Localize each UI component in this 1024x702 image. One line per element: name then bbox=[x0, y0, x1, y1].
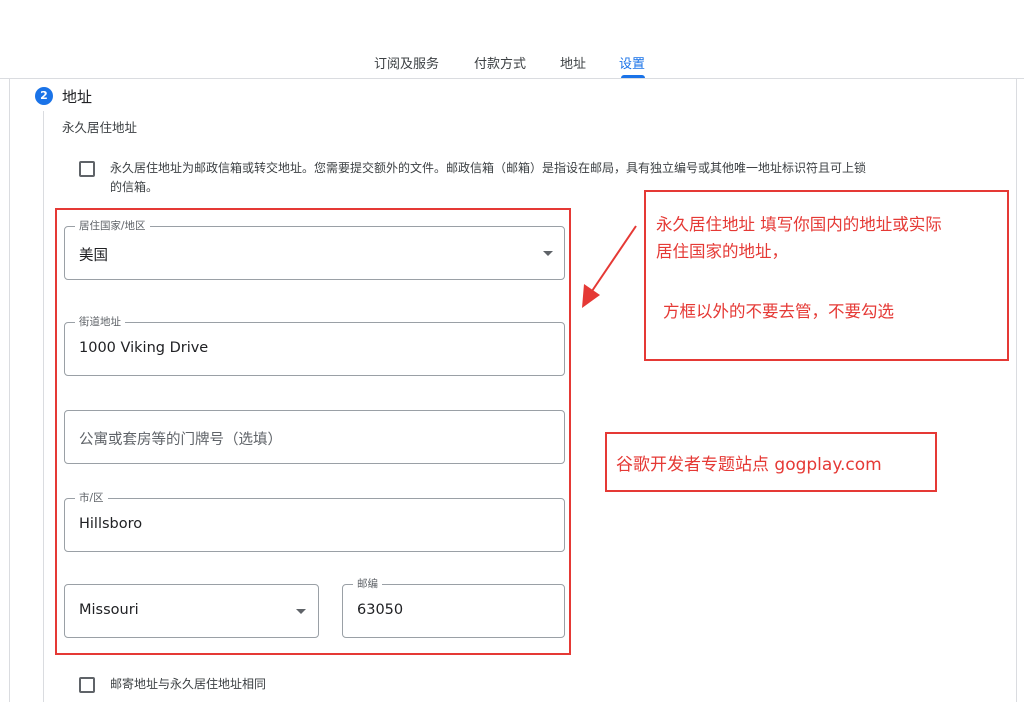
section-title: 地址 bbox=[62, 88, 93, 106]
annotation-note-line1: 永久居住地址 填写你国内的地址或实际 bbox=[656, 215, 942, 234]
po-box-label-line1: 永久居住地址为邮政信箱或转交地址。您需要提交额外的文件。邮政信箱（邮箱）是指设在… bbox=[110, 161, 867, 175]
tabs-divider bbox=[0, 78, 1024, 79]
panel-right-border bbox=[1016, 79, 1017, 702]
po-box-checkbox[interactable] bbox=[79, 161, 95, 177]
panel-left-border bbox=[9, 79, 10, 702]
step-number-badge: 2 bbox=[35, 87, 53, 105]
annotation-note-line2: 居住国家的地址， bbox=[656, 242, 788, 261]
annotation-form-highlight-box bbox=[55, 208, 571, 655]
mailing-same-label: 邮寄地址与永久居住地址相同 bbox=[110, 677, 267, 691]
step-connector-line bbox=[43, 111, 44, 702]
tab-subscriptions[interactable]: 订阅及服务 bbox=[374, 53, 439, 72]
tab-addresses[interactable]: 地址 bbox=[560, 53, 586, 72]
mailing-same-checkbox[interactable] bbox=[79, 677, 95, 693]
tabs-bar: 订阅及服务 付款方式 地址 设置 bbox=[0, 50, 1024, 78]
permanent-address-heading: 永久居住地址 bbox=[62, 120, 138, 135]
annotation-site-banner: 谷歌开发者专题站点 gogplay.com bbox=[616, 455, 882, 475]
annotation-arrow-icon bbox=[582, 225, 637, 308]
annotation-note-line3: 方框以外的不要去管，不要勾选 bbox=[663, 302, 894, 321]
tab-payment-methods[interactable]: 付款方式 bbox=[474, 53, 526, 72]
tab-settings[interactable]: 设置 bbox=[619, 53, 645, 72]
